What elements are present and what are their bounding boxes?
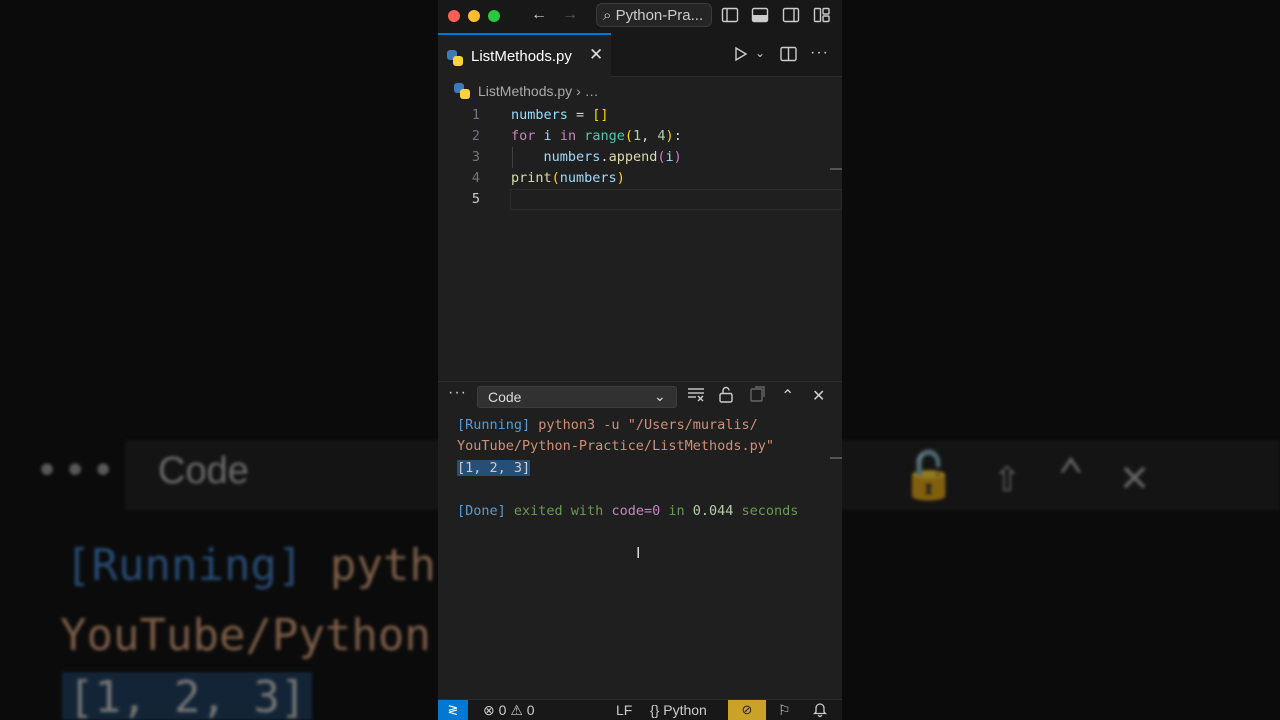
toggle-secondary-sidebar-icon[interactable]: [782, 6, 800, 29]
more-actions-icon[interactable]: ···: [810, 44, 829, 62]
code-editor[interactable]: 1 numbers = [] 2 for i in range(1, 4): 3…: [438, 105, 842, 375]
code-line-3: numbers.append(i): [543, 149, 682, 165]
clear-output-icon[interactable]: [687, 386, 705, 407]
braces-icon: {}: [650, 702, 660, 718]
python-file-icon: [447, 50, 463, 66]
output-line-result: [1, 2, 3]: [457, 458, 531, 479]
line-number: 2: [471, 128, 480, 144]
search-icon: ⌕: [603, 7, 612, 24]
line-number: 4: [471, 170, 480, 186]
background-code-label: Code: [158, 450, 249, 492]
output-line-done: [Done] exited with code=0 in 0.044 secon…: [457, 503, 799, 519]
language-label: Python: [663, 702, 707, 718]
maximize-panel-chevron-up-icon[interactable]: ⌃: [781, 386, 794, 406]
background-dots: •••: [35, 448, 120, 494]
title-bar: ← → ⌕ Python-Pra...: [438, 0, 842, 33]
vscode-window: ← → ⌕ Python-Pra... ListMethods.py ✕ ⌄ ·…: [438, 0, 842, 720]
output-channel-select[interactable]: Code ⌄: [477, 386, 677, 408]
back-arrow-icon[interactable]: ←: [531, 6, 547, 24]
error-count: 0: [498, 702, 507, 718]
forward-arrow-icon[interactable]: →: [562, 6, 578, 24]
minimize-window-button[interactable]: [468, 10, 480, 22]
run-options-chevron-icon[interactable]: ⌄: [755, 46, 765, 60]
tab-listmethods[interactable]: ListMethods.py ✕: [438, 33, 611, 77]
unlock-icon[interactable]: [718, 386, 734, 408]
line-number: 1: [471, 107, 480, 123]
output-channel-value: Code: [488, 389, 522, 405]
close-tab-icon[interactable]: ✕: [589, 45, 603, 65]
error-icon: ⊗: [483, 702, 495, 718]
feedback-icon[interactable]: ⚐: [778, 702, 791, 719]
breadcrumb-more[interactable]: …: [585, 83, 599, 99]
copilot-icon[interactable]: ⊘: [728, 700, 766, 720]
tab-label: ListMethods.py: [471, 48, 572, 65]
background-line-3: [1, 2, 3]: [62, 672, 313, 720]
line-number-current: 5: [471, 191, 480, 207]
eol-indicator[interactable]: LF: [616, 702, 632, 718]
search-text: Python-Pra...: [615, 7, 704, 24]
chevron-right-icon: ›: [576, 83, 581, 99]
maximize-window-button[interactable]: [488, 10, 500, 22]
remote-indicator-icon[interactable]: ≷: [438, 700, 468, 720]
background-icons: 🔓⇧⌃✕: [900, 448, 1185, 502]
close-panel-icon[interactable]: ✕: [812, 386, 825, 406]
toggle-panel-icon[interactable]: [751, 6, 769, 29]
text-cursor-icon: I: [636, 545, 641, 562]
breadcrumb-python-icon: [454, 83, 470, 99]
chevron-down-icon: ⌄: [654, 388, 666, 404]
warning-count: 0: [526, 702, 535, 718]
output-line-path: YouTube/Python-Practice/ListMethods.py": [457, 438, 774, 454]
language-mode[interactable]: {} Python: [650, 702, 707, 718]
toggle-primary-sidebar-icon[interactable]: [721, 6, 739, 29]
line-number: 3: [471, 149, 480, 165]
selected-result-text: [1, 2, 3]: [457, 460, 531, 476]
panel-more-icon[interactable]: ···: [448, 384, 467, 402]
breadcrumb: ListMethods.py › …: [438, 77, 842, 105]
code-line-4: print(numbers): [511, 170, 625, 186]
close-window-button[interactable]: [448, 10, 460, 22]
breadcrumb-file[interactable]: ListMethods.py › …: [478, 83, 599, 99]
problems-indicator[interactable]: ⊗ 0 ⚠ 0: [483, 702, 535, 719]
command-center-search[interactable]: ⌕ Python-Pra...: [596, 3, 712, 27]
notifications-bell-icon[interactable]: [812, 702, 828, 720]
code-line-2: for i in range(1, 4):: [511, 128, 682, 144]
output-overview-ruler-mark: [830, 457, 842, 459]
run-icon[interactable]: [734, 46, 748, 67]
output-panel-header: ··· Code ⌄ ⌃ ✕: [438, 381, 842, 412]
status-bar: ≷ ⊗ 0 ⚠ 0 LF {} Python ⊘ ⚐: [438, 699, 842, 720]
code-line-1: numbers = []: [511, 107, 609, 123]
customize-layout-icon[interactable]: [813, 6, 831, 29]
open-log-file-icon[interactable]: [749, 386, 766, 408]
output-line-running: [Running] python3 -u "/Users/muralis/: [457, 417, 758, 433]
warning-icon: ⚠: [510, 702, 523, 718]
split-editor-icon[interactable]: [780, 46, 797, 67]
tab-bar: ListMethods.py ✕ ⌄ ···: [438, 33, 842, 77]
